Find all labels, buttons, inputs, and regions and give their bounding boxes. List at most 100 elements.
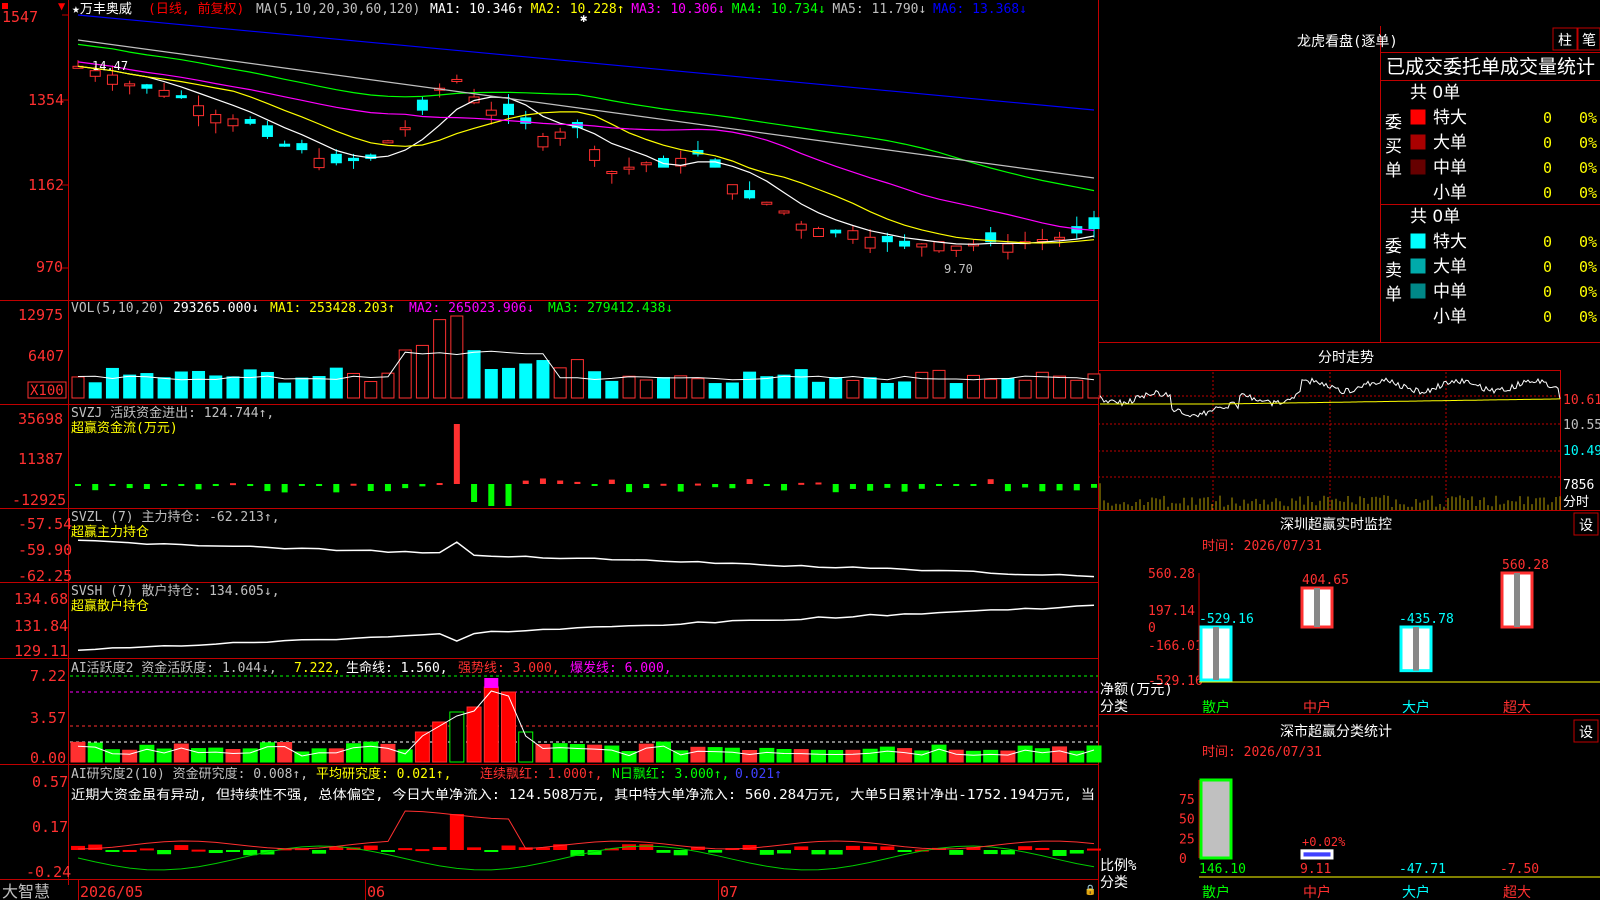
ai-active-bar	[156, 748, 172, 763]
ai-active-bar	[501, 691, 517, 763]
svzj-bar	[1091, 484, 1097, 488]
ai-research-bars[interactable]	[71, 810, 1101, 871]
ai-active-h2: 7.222,	[294, 661, 341, 676]
ai-research-ytick: 0.57	[32, 773, 68, 791]
order-color-swatch	[1410, 109, 1426, 125]
volume-bars[interactable]	[71, 315, 1101, 399]
svzj-sub: 超赢资金流(万元)	[71, 420, 178, 436]
panel-menu-icon[interactable]: ▼	[58, 0, 66, 13]
ai-active-bar	[1069, 750, 1085, 763]
svzj-bar	[539, 478, 546, 484]
svzj-bar	[832, 484, 839, 493]
svsh-sub: 超赢散户持仓	[71, 598, 149, 614]
svzj-ytick: 11387	[18, 450, 63, 468]
ai-active-bar	[70, 741, 86, 763]
candle-body	[640, 162, 652, 166]
svzj-bar	[178, 484, 185, 486]
ai-research-bar	[398, 848, 413, 851]
price-yaxis: 1547 1354 1162 970	[2, 8, 68, 276]
intraday-ytick: 10.49	[1563, 444, 1600, 459]
order-row-percent: 0%	[1579, 308, 1597, 326]
volume-bar	[656, 377, 670, 399]
volume-unit: X100	[30, 383, 64, 399]
ai-active-bars[interactable]	[70, 678, 1102, 763]
ai-research-bar	[122, 849, 137, 852]
candle-body	[554, 131, 566, 139]
monitor-settings-label: 设	[1579, 518, 1593, 534]
monitor-ylabel: 净额(万元)	[1100, 682, 1173, 698]
volume-bar	[880, 382, 894, 399]
svzj-bar	[419, 484, 426, 487]
svzj-bar	[367, 484, 374, 492]
classify-category: 中户	[1303, 884, 1331, 900]
order-row-percent: 0%	[1579, 233, 1597, 251]
svzj-bar	[660, 483, 667, 486]
monitor-ytick: -166.01	[1148, 639, 1203, 654]
ai-research-bar	[415, 849, 430, 852]
svzj-bar	[247, 484, 254, 486]
ai-research-h3: 连续飘红: 1.000↑,	[480, 766, 602, 782]
candle-body	[279, 143, 291, 147]
volume-bar	[949, 383, 963, 399]
svzj-bar	[488, 484, 495, 506]
volume-bar	[467, 350, 481, 399]
ai-research-bar	[71, 845, 85, 850]
svzj-ytick: 35698	[18, 410, 63, 428]
candle-body	[296, 143, 308, 151]
classify-bar-label: 146.10	[1199, 862, 1246, 877]
ai-active-bar	[931, 744, 947, 763]
candlestick-area[interactable]	[72, 14, 1100, 260]
volume-bar	[88, 382, 102, 399]
ai-active-bar	[311, 748, 327, 763]
volume-bar	[846, 379, 860, 399]
volume-header: VOL(5,10,20) 293265.000↓ MA1: 253428.203…	[71, 301, 673, 316]
ai-research-bar	[484, 850, 499, 852]
order-row-value: 0	[1543, 134, 1552, 152]
svsh-ytick: 134.68	[14, 590, 68, 608]
ai-active-bar	[1086, 745, 1102, 763]
classify-xlabel: 分类	[1100, 875, 1128, 891]
svzj-bars[interactable]	[75, 424, 1097, 506]
ai-active-bar	[655, 741, 671, 763]
ai-active-bar	[759, 747, 775, 763]
monitor-bars[interactable]: -529.16 404.65 -435.78 560.28	[1199, 558, 1549, 682]
ai-active-bar	[983, 749, 999, 763]
svzj-bar	[229, 483, 236, 486]
monitor-bar	[1199, 625, 1233, 682]
volume-bar	[966, 374, 980, 399]
order-row-label: 中单	[1433, 158, 1467, 178]
ai-active-h5: 爆发线: 6.000,	[570, 660, 672, 676]
volume-bar	[484, 369, 498, 399]
order-row-value: 0	[1543, 233, 1552, 251]
ai-research-bar	[363, 845, 378, 850]
volume-bar	[364, 381, 378, 399]
volume-bar	[760, 376, 774, 399]
ai-research-bar	[1052, 850, 1067, 856]
volume-bar	[192, 370, 206, 399]
ai-active-ytick: 3.57	[30, 709, 66, 727]
svzj-bar	[574, 481, 581, 484]
ma-label: MA6: 13.368↓	[933, 2, 1027, 17]
volume-bar	[329, 367, 343, 399]
svzj-bar	[522, 480, 529, 484]
monitor-bar-shade	[1314, 587, 1320, 627]
order-row-label: 小单	[1433, 307, 1467, 327]
svzj-bar	[92, 484, 99, 491]
classify-categories: 散户 中户 大户 超大	[1202, 884, 1531, 900]
trade-view-label: 笔	[1582, 33, 1596, 49]
order-row-label: 小单	[1433, 183, 1467, 203]
classify-bars[interactable]: 146.10 9.11 -47.71 -7.50	[1199, 778, 1539, 877]
ai-research-bar	[1069, 850, 1084, 854]
ma-line	[77, 61, 1095, 231]
ai-active-bar	[259, 742, 275, 763]
intraday-vol-label: 分时	[1563, 495, 1589, 510]
svzj-ytick: -12925	[12, 491, 66, 509]
volume-bar	[157, 377, 171, 399]
volume-bar	[639, 379, 653, 399]
candle-body	[193, 105, 205, 117]
svzj-header: SVZJ 活跃资金进出: 124.744↑,	[71, 405, 274, 421]
classify-ylabel: 比例%	[1100, 858, 1137, 874]
monitor-bar-label: 404.65	[1302, 573, 1349, 588]
ma-label: MA3: 10.306↓	[631, 2, 725, 17]
volume-bar	[708, 383, 722, 399]
